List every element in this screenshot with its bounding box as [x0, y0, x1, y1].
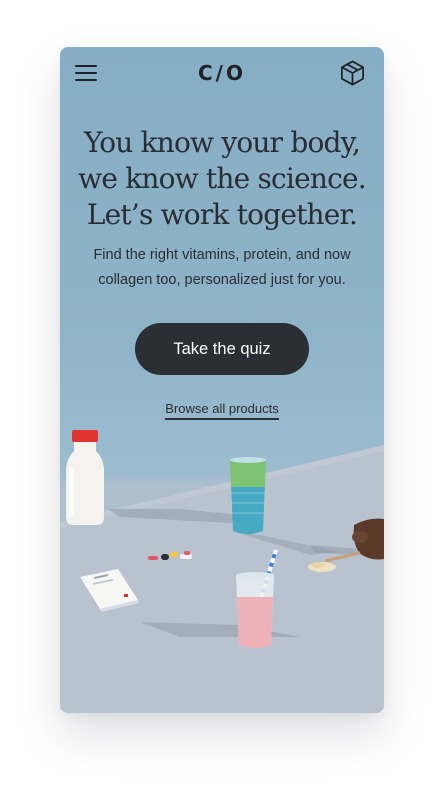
browse-link-container: Browse all products: [60, 398, 384, 420]
headline-line: You know your body,: [83, 126, 361, 159]
browse-all-products-link[interactable]: Browse all products: [165, 401, 279, 420]
hero-subheading: Find the right vitamins, protein, and no…: [70, 243, 374, 293]
take-quiz-button[interactable]: Take the quiz: [135, 323, 309, 375]
headline-line: we know the science.: [78, 162, 366, 195]
headline-line: Let’s work together.: [86, 198, 358, 231]
site-header: C/O: [60, 47, 384, 99]
milk-bottle-image: [66, 430, 104, 525]
package-box-icon[interactable]: [339, 59, 366, 87]
blue-glass-image: [230, 457, 266, 534]
hero-headline: You know your body, we know the science.…: [60, 125, 384, 233]
subhead-line: Find the right vitamins, protein, and no…: [93, 247, 351, 263]
subhead-line: collagen too, personalized just for you.: [98, 272, 346, 288]
mobile-page-frame: C/O You know your body, we know the scie…: [60, 47, 384, 713]
brand-logo[interactable]: C/O: [60, 61, 384, 85]
